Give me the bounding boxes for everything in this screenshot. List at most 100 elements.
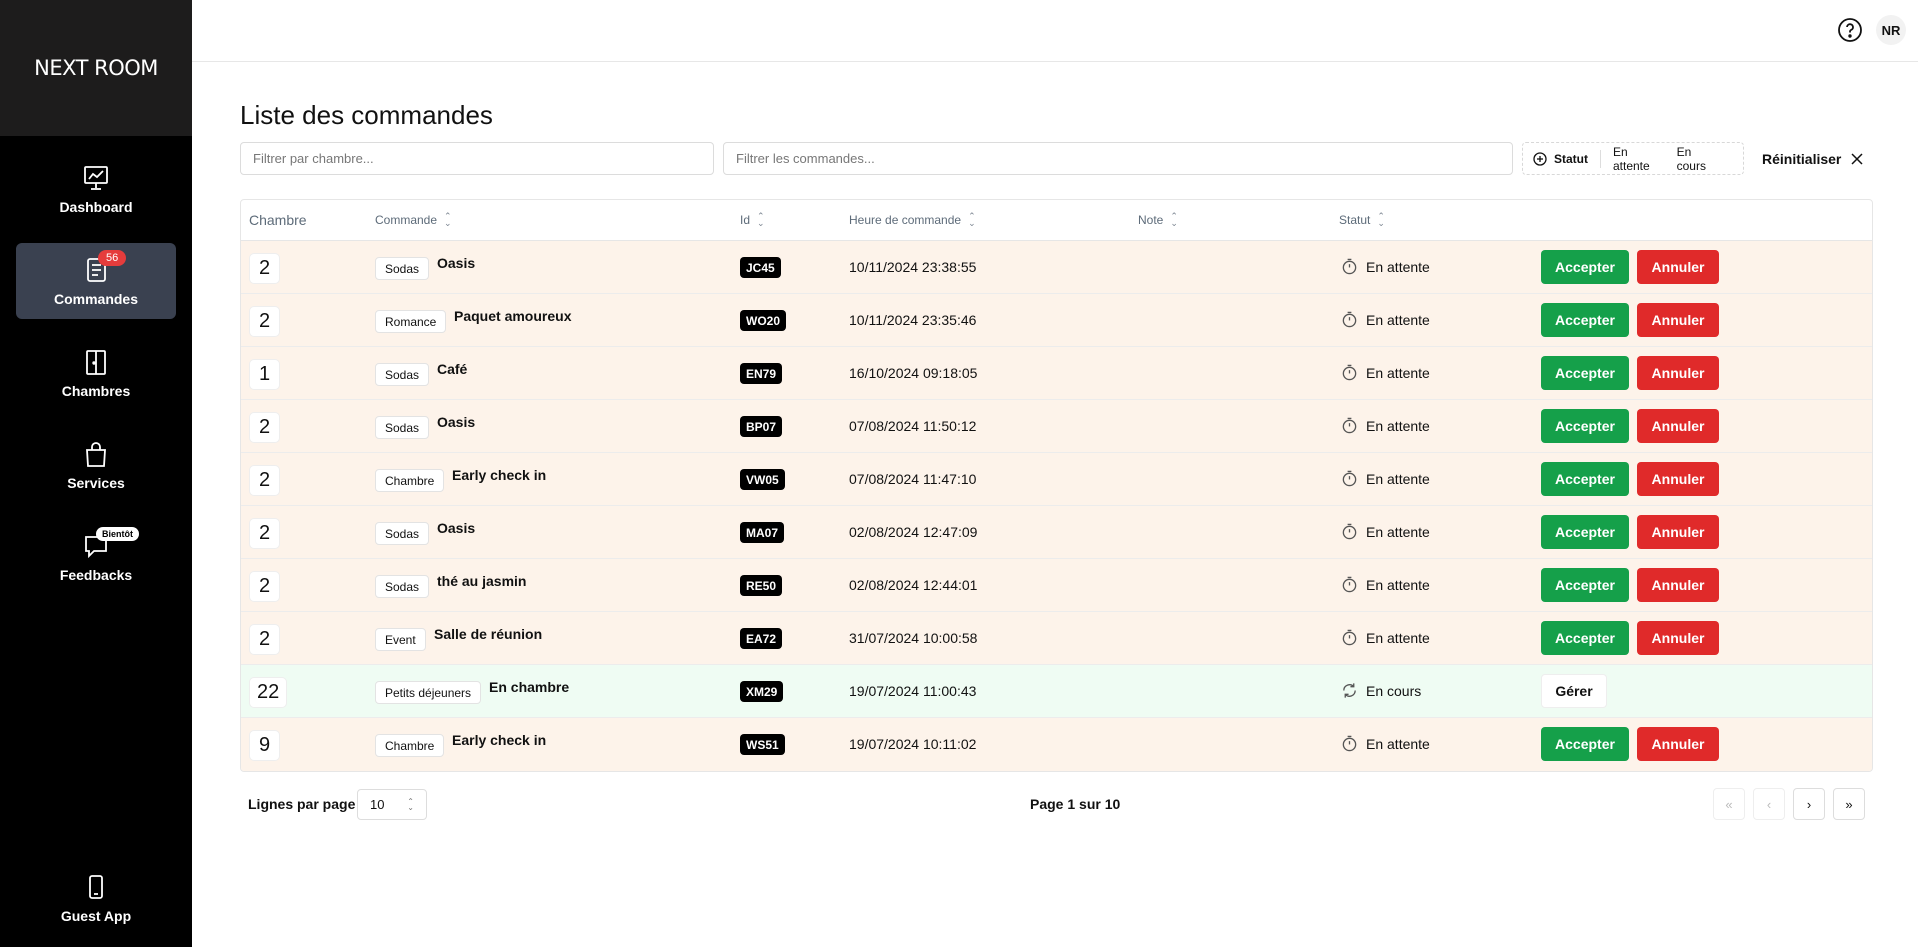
status-label: En attente [1366,576,1430,593]
order-time: 10/11/2024 23:35:46 [849,312,977,328]
category-tag: Sodas [375,522,430,545]
close-icon [1851,152,1863,165]
order-time: 07/08/2024 11:47:10 [849,471,977,487]
table-row: 9 Chambre Early check in WS51 19/07/2024 10:… [241,718,1872,771]
orders-filter-input[interactable] [723,142,1513,175]
cancel-button[interactable]: Annuler [1637,409,1719,443]
accept-button[interactable]: Accepter [1541,568,1629,602]
sidebar-item-services[interactable]: Services [16,427,176,503]
table-row: 1 Sodas Café EN79 16/10/2024 09:18:05 En atte… [241,347,1872,400]
guest-app-label: Guest App [60,908,132,924]
table-row: 2 Sodas Oasis JC45 10/11/2024 23:38:55 En att… [241,241,1872,294]
cancel-button[interactable]: Annuler [1637,515,1719,549]
cancel-button[interactable]: Annuler [1637,356,1719,390]
orders-count-badge: 56 [98,250,127,266]
timer-icon [1341,735,1366,752]
rows-per-page-label: Lignes par page [248,796,356,812]
column-header-id[interactable]: Id ⌃ ⌄ [740,212,765,228]
cancel-button[interactable]: Annuler [1637,568,1719,602]
accept-button[interactable]: Accepter [1541,621,1629,655]
divider [1600,149,1601,168]
sidebar-item-label: Feedbacks [59,567,133,583]
timer-icon [1341,311,1366,328]
cancel-button[interactable]: Annuler [1637,462,1719,496]
first-page-button[interactable]: « [1713,788,1745,820]
room-number: 2 [249,571,280,602]
accept-button[interactable]: Accepter [1541,515,1629,549]
order-time: 19/07/2024 11:00:43 [849,683,977,699]
sidebar-nav: Dashboard 56 Commandes Chambres Services [0,151,192,611]
accept-button[interactable]: Accepter [1541,303,1629,337]
accept-button[interactable]: Accepter [1541,356,1629,390]
sidebar-item-label: Services [67,475,125,491]
sort-icon: ⌃ ⌄ [1377,211,1385,228]
category-tag: Romance [375,310,447,333]
order-time: 31/07/2024 10:00:58 [849,630,978,646]
order-status: En cours [1341,682,1421,699]
manage-button[interactable]: Gérer [1541,674,1607,708]
status-label: En attente [1366,735,1430,752]
status-filter-button[interactable]: Statut En attente En cours [1522,142,1744,175]
room-number: 2 [249,465,280,496]
brand-logo[interactable]: NEXT ROOM [0,0,192,136]
last-page-button[interactable]: » [1833,788,1865,820]
room-number: 2 [249,624,280,655]
sidebar-item-feedbacks[interactable]: Bientôt Feedbacks [16,519,176,595]
status-label: En attente [1366,417,1430,434]
category-tag: Petits déjeuners [375,681,482,704]
timer-icon [1341,417,1366,434]
column-header-note[interactable]: Note ⌃ ⌄ [1138,212,1178,228]
previous-page-button[interactable]: ‹ [1753,788,1785,820]
sidebar-item-dashboard[interactable]: Dashboard [16,151,176,227]
door-icon [81,347,111,377]
sort-icon: ⌃ ⌄ [444,211,452,228]
accept-button[interactable]: Accepter [1541,727,1629,761]
category-tag: Sodas [375,257,430,280]
accept-button[interactable]: Accepter [1541,409,1629,443]
order-item-name: Early check in [452,467,547,483]
sidebar-item-chambres[interactable]: Chambres [16,335,176,411]
table-header: Chambre Commande ⌃ ⌄ Id ⌃ ⌄ Heure de command… [241,200,1872,241]
order-status: En attente [1341,258,1430,275]
order-time: 19/07/2024 10:11:02 [849,736,977,752]
order-id-badge: VW05 [740,469,785,490]
avatar[interactable]: NR [1876,15,1906,45]
order-status: En attente [1341,364,1430,381]
topbar: NR [192,0,1918,62]
column-header-time[interactable]: Heure de commande ⌃ ⌄ [849,212,976,228]
refresh-icon [1341,682,1366,699]
timer-icon [1341,470,1366,487]
category-tag: Sodas [375,575,430,598]
accept-button[interactable]: Accepter [1541,250,1629,284]
bag-icon [81,439,111,469]
chevron-left-icon: ‹ [1766,796,1772,812]
table-row: 22 Petits déjeuners En chambre XM29 19/07/20… [241,665,1872,718]
help-circle-icon[interactable] [1836,16,1864,44]
page-info: Page 1 sur 10 [1030,796,1121,812]
column-header-status[interactable]: Statut ⌃ ⌄ [1339,211,1385,228]
sidebar-item-label: Commandes [53,291,139,307]
sidebar-item-label: Chambres [61,383,131,399]
reset-filters-button[interactable]: Réinitialiser [1762,142,1863,175]
sidebar-item-guest-app[interactable]: Guest App [16,860,176,936]
sidebar: NEXT ROOM Dashboard 56 Commandes Chambre… [0,0,192,947]
room-filter-input[interactable] [240,142,714,175]
status-label: En attente [1366,523,1430,540]
plus-circle-icon [1533,151,1547,166]
status-label: En cours [1366,682,1422,699]
double-chevron-right-icon: » [1845,796,1853,812]
order-item-name: Café [437,361,468,377]
table-row: 2 Sodas Oasis BP07 07/08/2024 11:50:12 En att… [241,400,1872,453]
accept-button[interactable]: Accepter [1541,462,1629,496]
column-header-order[interactable]: Commande ⌃ ⌄ [375,211,452,228]
sidebar-item-commandes[interactable]: 56 Commandes [16,243,176,319]
cancel-button[interactable]: Annuler [1637,727,1719,761]
next-page-button[interactable]: › [1793,788,1825,820]
cancel-button[interactable]: Annuler [1637,303,1719,337]
room-number: 2 [249,306,280,337]
cancel-button[interactable]: Annuler [1637,621,1719,655]
rows-per-page-select[interactable]: 10 ⌃ ⌄ [357,789,427,820]
category-tag: Chambre [375,734,445,757]
sidebar-item-label: Dashboard [59,199,133,215]
cancel-button[interactable]: Annuler [1637,250,1719,284]
